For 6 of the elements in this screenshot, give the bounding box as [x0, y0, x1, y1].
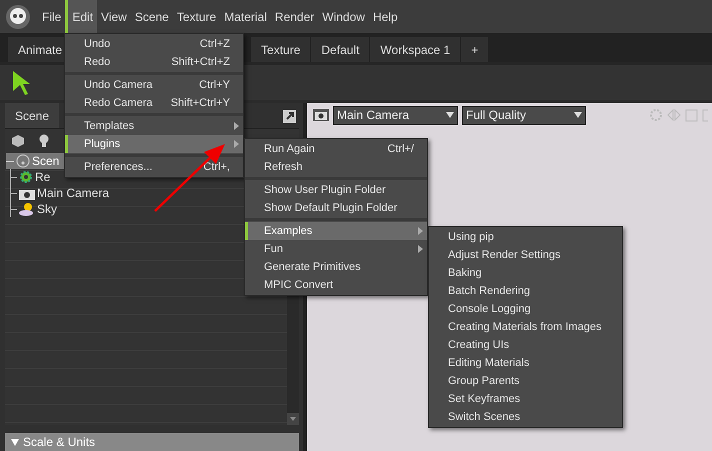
shortcut-text: Ctrl+/	[387, 142, 414, 157]
shortcut-text: Ctrl+Y	[199, 78, 230, 93]
shortcut-text: Shift+Ctrl+Y	[170, 96, 230, 111]
shortcut-text: Shift+Ctrl+Z	[171, 54, 230, 70]
shortcut-text: Ctrl+,	[203, 160, 230, 175]
shortcut-text: Ctrl+Z	[200, 36, 230, 52]
